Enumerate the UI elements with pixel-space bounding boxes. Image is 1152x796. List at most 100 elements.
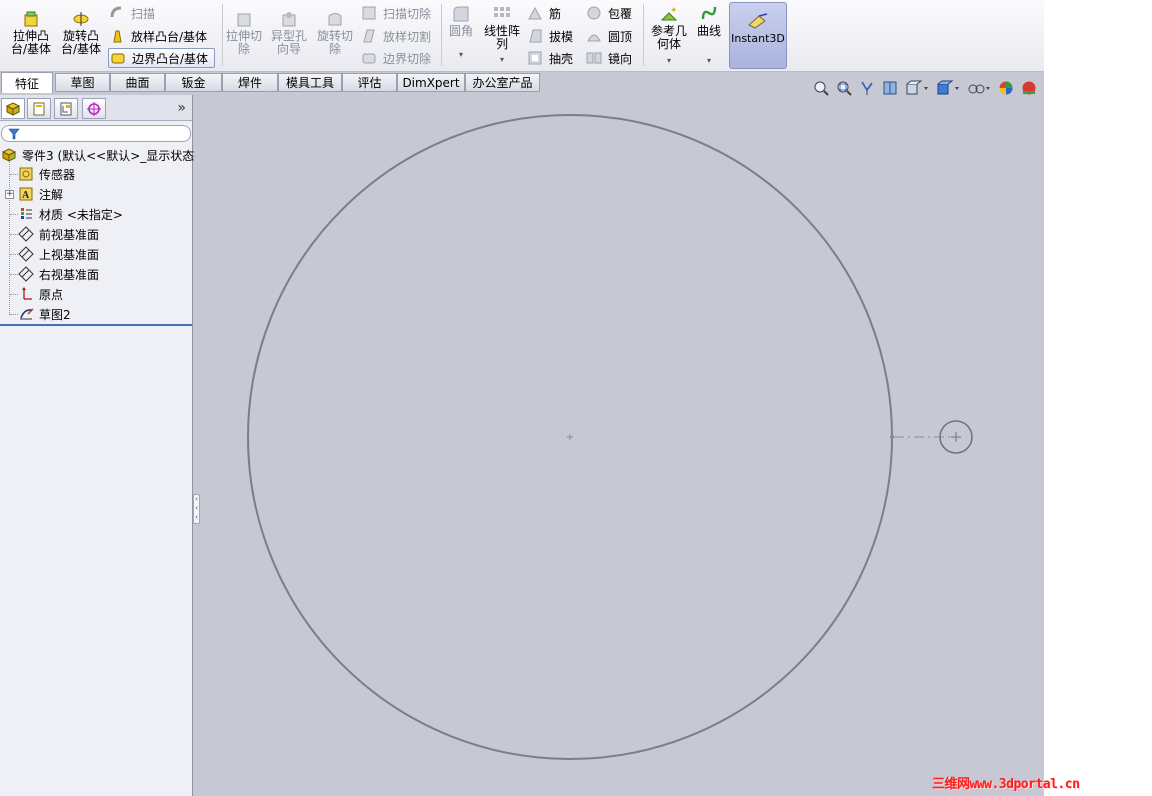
- revolve-cut-icon: [325, 10, 345, 28]
- tree-item-origin[interactable]: 原点: [17, 284, 63, 304]
- svg-text:✦: ✦: [670, 6, 678, 16]
- revolve-cut-label: 旋转切 除: [316, 29, 353, 56]
- rib-button[interactable]: 筋: [526, 3, 561, 23]
- linear-pattern-button[interactable]: 线性阵 列 ▾: [482, 5, 522, 66]
- instant3d-button[interactable]: Instant3D: [729, 2, 787, 69]
- dome-button[interactable]: 圆顶: [585, 26, 632, 46]
- tab-dimxpert[interactable]: DimXpert: [397, 73, 465, 92]
- dimxpert-manager-tab[interactable]: [82, 98, 106, 119]
- sketch-circle-center-point[interactable]: [567, 434, 573, 440]
- tree-item-material[interactable]: 材质 <未指定>: [17, 204, 123, 224]
- configuration-manager-tab[interactable]: [54, 98, 78, 119]
- dome-label: 圆顶: [608, 29, 633, 44]
- tab-label: 钣金: [181, 76, 206, 90]
- tree-item-label: 前视基准面: [39, 227, 100, 242]
- plane-icon: [17, 265, 35, 283]
- mirror-button[interactable]: 镜向: [585, 48, 632, 68]
- tree-item-annotations[interactable]: A 注解: [17, 184, 63, 204]
- sweep-icon: [108, 5, 126, 21]
- boundary-cut-label: 边界切除: [383, 51, 432, 66]
- filter-field[interactable]: [1, 125, 191, 142]
- draft-button[interactable]: 拔模: [526, 26, 573, 46]
- sketch-icon: [17, 305, 35, 323]
- tab-weldments[interactable]: 焊件: [222, 73, 278, 92]
- revolve-cut-button[interactable]: 旋转切 除: [313, 10, 357, 56]
- command-manager: 拉伸凸 台/基体 旋转凸 台/基体 扫描 放样凸台/基体 边界凸台/基体 拉伸切…: [0, 0, 1044, 72]
- feature-manager-icon: [5, 101, 21, 116]
- curves-icon: [699, 5, 719, 23]
- wrap-button[interactable]: 包覆: [585, 3, 632, 23]
- tree-item-front-plane[interactable]: 前视基准面: [17, 224, 99, 244]
- tab-label: 模具工具: [285, 76, 334, 90]
- extrude-cut-button[interactable]: 拉伸切 除: [222, 10, 266, 56]
- filter-icon: [8, 128, 20, 139]
- sweep-cut-label: 扫描切除: [383, 6, 432, 21]
- reference-geometry-icon: ✦: [659, 5, 679, 23]
- tab-evaluate[interactable]: 评估: [342, 73, 397, 92]
- panel-tabs: »: [0, 95, 192, 121]
- sweep-button[interactable]: 扫描: [108, 3, 155, 23]
- loft-button[interactable]: 放样凸台/基体: [108, 26, 207, 46]
- fillet-button[interactable]: 圆角 ▾: [444, 5, 478, 61]
- tree-item-sensors[interactable]: 传感器: [17, 164, 75, 184]
- fillet-dropdown-icon[interactable]: ▾: [459, 48, 463, 61]
- extrude-cut-label: 拉伸切 除: [225, 29, 262, 56]
- revolve-boss-button[interactable]: 旋转凸 台/基体: [58, 10, 104, 56]
- tree-line: [9, 162, 10, 315]
- shell-button[interactable]: 抽壳: [526, 48, 573, 68]
- tab-office-products[interactable]: 办公室产品: [465, 73, 540, 92]
- pattern-dropdown-icon[interactable]: ▾: [500, 53, 504, 66]
- revolve-boss-label: 旋转凸 台/基体: [60, 29, 102, 56]
- reference-geometry-dropdown-icon[interactable]: ▾: [667, 54, 671, 67]
- separator: [441, 4, 442, 66]
- curves-button[interactable]: 曲线 ▾: [693, 5, 725, 67]
- boundary-label: 边界凸台/基体: [132, 51, 209, 66]
- reference-geometry-label: 参考几 何体: [650, 24, 687, 51]
- curves-dropdown-icon[interactable]: ▾: [707, 54, 711, 67]
- tab-surfaces[interactable]: 曲面: [110, 73, 165, 92]
- reference-geometry-button[interactable]: ✦ 参考几 何体 ▾: [647, 5, 691, 67]
- annotation-icon: A: [17, 185, 35, 203]
- part-icon: [0, 146, 18, 164]
- boundary-cut-button[interactable]: 边界切除: [360, 48, 431, 68]
- configuration-manager-icon: [60, 102, 72, 115]
- panel-more-icon[interactable]: »: [177, 100, 186, 116]
- material-icon: [17, 205, 35, 223]
- instant3d-icon: [748, 13, 768, 29]
- sweep-label: 扫描: [131, 6, 156, 21]
- tree-root-part[interactable]: 零件3 (默认<<默认>_显示状态: [0, 145, 194, 165]
- feature-tree-tab[interactable]: [1, 98, 25, 119]
- tab-sketch[interactable]: 草图: [55, 73, 110, 92]
- tree-item-right-plane[interactable]: 右视基准面: [17, 264, 99, 284]
- hole-wizard-button[interactable]: 异型孔 向导: [266, 10, 312, 56]
- part-name: 零件3 (默认<<默认>_显示状态: [22, 148, 195, 163]
- tree-item-top-plane[interactable]: 上视基准面: [17, 244, 99, 264]
- tab-sheet-metal[interactable]: 钣金: [165, 73, 222, 92]
- extrude-boss-label: 拉伸凸 台/基体: [10, 29, 52, 56]
- mirror-label: 镜向: [608, 51, 633, 66]
- tab-features[interactable]: 特征: [1, 72, 53, 93]
- watermark: 三维网www.3dportal.cn: [932, 777, 1080, 792]
- mirror-icon: [585, 50, 603, 66]
- feature-manager-panel: » 零件3 (默认<<默认>_显示状态 传感器 + A 注解 材质 <未指定> …: [0, 95, 194, 796]
- boundary-icon: [109, 50, 127, 66]
- sketch-quadrant-point[interactable]: [889, 434, 895, 440]
- boundary-boss-button[interactable]: 边界凸台/基体: [108, 48, 216, 68]
- linear-pattern-label: 线性阵 列: [483, 24, 520, 51]
- sweep-cut-button[interactable]: 扫描切除: [360, 3, 431, 23]
- curves-label: 曲线: [696, 24, 721, 38]
- loft-cut-button[interactable]: 放样切割: [360, 26, 431, 46]
- tree-item-label: 草图2: [39, 307, 71, 322]
- property-manager-tab[interactable]: [27, 98, 51, 119]
- hole-wizard-icon: [279, 10, 299, 28]
- extrude-boss-button[interactable]: 拉伸凸 台/基体: [8, 10, 54, 56]
- graphics-area[interactable]: [194, 95, 1044, 796]
- wrap-label: 包覆: [608, 6, 633, 21]
- tab-mold-tools[interactable]: 模具工具: [278, 73, 342, 92]
- expand-annotations-icon[interactable]: +: [5, 190, 14, 199]
- rollback-bar[interactable]: [0, 324, 192, 326]
- draft-label: 拔模: [549, 29, 574, 44]
- shell-icon: [526, 50, 544, 66]
- revolve-boss-icon: [71, 10, 91, 28]
- tree-item-sketch2[interactable]: 草图2: [17, 304, 71, 324]
